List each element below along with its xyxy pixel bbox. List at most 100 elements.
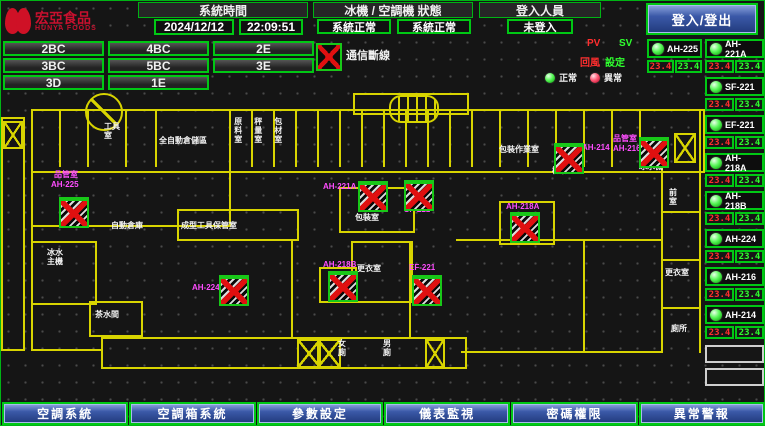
unit-values-AH-218A: 23.423.4 [705, 174, 764, 187]
nav-button-4[interactable]: 儀表監視 [384, 402, 510, 425]
comm-loss-device-icon[interactable] [510, 212, 540, 243]
equipment-label: AH-225 [51, 181, 79, 190]
unit-status-led-icon [709, 118, 723, 132]
wall [291, 241, 293, 339]
unit-name: AH-214 [725, 310, 756, 320]
wall [295, 111, 297, 167]
stair-x-icon [674, 133, 696, 163]
floor-button-3bc[interactable]: 3BC [3, 58, 104, 73]
wall [101, 337, 467, 369]
room-label: 更衣室 [357, 265, 381, 274]
login-state-value: 未登入 [507, 19, 573, 34]
unit-status-led-icon [709, 232, 723, 246]
unit-button-SF-221[interactable]: SF-221 [705, 77, 764, 96]
system-date-value: 2024/12/12 [154, 19, 234, 35]
floor-plan: 工具室全自動倉儲區原料室秤量室包材室包裝作業室檢驗室冰水機品管室AH-225AH… [1, 93, 703, 401]
equipment-label: AH-216 [613, 145, 641, 154]
comm-loss-device-icon[interactable] [358, 181, 388, 212]
empty-unit-slot [705, 345, 764, 363]
wall [409, 241, 411, 339]
unit-values-SF-221: 23.423.4 [705, 98, 764, 111]
equipment-label: AH-224 [192, 284, 220, 293]
unit-name: AH-225 [667, 44, 698, 54]
wall [471, 111, 473, 167]
unit-status-led-icon [709, 80, 723, 94]
unit-status-led-icon [709, 270, 723, 284]
system-time-value: 22:09:51 [239, 19, 303, 35]
floor-button-2bc[interactable]: 2BC [3, 41, 104, 56]
unit-button-AH-218A[interactable]: AH-218A [705, 153, 764, 172]
unit-name: AH-221A [725, 39, 762, 59]
logo-title: 宏亞食品 [35, 11, 97, 25]
room-label: 原料室 [233, 117, 242, 144]
sv-value: 23.4 [735, 98, 764, 111]
unit-button-EF-221[interactable]: EF-221 [705, 115, 764, 134]
equipment-label: AH-221A [323, 183, 356, 192]
comm-loss-device-icon[interactable] [59, 197, 89, 228]
unit-button-AH-225[interactable]: AH-225 [647, 39, 702, 58]
pv-value: 23.4 [705, 288, 734, 301]
floor-button-2e[interactable]: 2E [213, 41, 314, 56]
pv-value: 23.4 [705, 98, 734, 111]
room-label: 秤量室 [253, 117, 262, 144]
comm-loss-device-icon[interactable] [639, 137, 669, 168]
logo: 宏亞食品 HUNYA FOODS [5, 4, 117, 38]
floor-button-1e[interactable]: 1E [108, 75, 209, 90]
unit-name: AH-218B [725, 191, 762, 211]
nav-button-3[interactable]: 參數設定 [257, 402, 383, 425]
room-label: 工具室 [104, 123, 120, 141]
sv-value: 23.4 [675, 60, 702, 73]
unit-button-AH-224[interactable]: AH-224 [705, 229, 764, 248]
pv-name-label: 回風 [580, 54, 600, 69]
nav-button-2[interactable]: 空調箱系統 [129, 402, 255, 425]
comm-loss-device-icon[interactable] [554, 143, 584, 174]
logo-icon [5, 8, 31, 34]
login-person-label: 登入人員 [479, 2, 601, 18]
unit-values-EF-221: 23.423.4 [705, 136, 764, 149]
unit-values-AH-221A: 23.423.4 [705, 60, 764, 73]
wall [456, 239, 663, 241]
floor-button-3e[interactable]: 3E [213, 58, 314, 73]
wall [663, 307, 699, 309]
equipment-label: AH-214 [582, 144, 610, 153]
unit-status-led-icon [709, 308, 723, 322]
unit-name: SF-221 [725, 82, 755, 92]
wall [449, 111, 451, 167]
login-logout-button[interactable]: 登入/登出 [646, 3, 758, 35]
room-label: 成型工具保管室 [181, 222, 237, 231]
pv-label: PV [587, 38, 600, 49]
vent-shaft-icon [389, 95, 439, 123]
floor-button-5bc[interactable]: 5BC [108, 58, 209, 73]
wall [699, 109, 701, 353]
unit-button-AH-216[interactable]: AH-216 [705, 267, 764, 286]
system-time-label: 系統時間 [138, 2, 308, 18]
unit-button-AH-218B[interactable]: AH-218B [705, 191, 764, 210]
wall [125, 111, 127, 167]
unit-button-AH-214[interactable]: AH-214 [705, 305, 764, 324]
unit-values-AH-224: 23.423.4 [705, 250, 764, 263]
comm-loss-device-icon[interactable] [328, 271, 358, 302]
nav-button-5[interactable]: 密碼權限 [511, 402, 637, 425]
wall [461, 351, 663, 353]
wall [663, 259, 699, 261]
wall [663, 211, 699, 213]
nav-button-1[interactable]: 空調系統 [2, 402, 128, 425]
nav-button-6[interactable]: 異常警報 [639, 402, 765, 425]
floor-button-3d[interactable]: 3D [3, 75, 104, 90]
comm-loss-device-icon[interactable] [412, 275, 442, 306]
comm-loss-device-icon[interactable] [404, 180, 434, 211]
pv-value: 23.4 [705, 174, 734, 187]
room-label: 更衣室 [665, 269, 689, 278]
sv-value: 23.4 [735, 136, 764, 149]
stair-x-icon [425, 339, 445, 368]
pv-value: 23.4 [705, 250, 734, 263]
unit-button-AH-221A[interactable]: AH-221A [705, 39, 764, 58]
floor-button-4bc[interactable]: 4BC [108, 41, 209, 56]
wall [101, 349, 103, 367]
room-label: 前室 [669, 189, 679, 207]
room-label: 包裝室 [355, 214, 379, 223]
comm-loss-device-icon[interactable] [219, 275, 249, 306]
empty-unit-slot [705, 368, 764, 386]
sv-value: 23.4 [735, 250, 764, 263]
wall [31, 109, 705, 173]
